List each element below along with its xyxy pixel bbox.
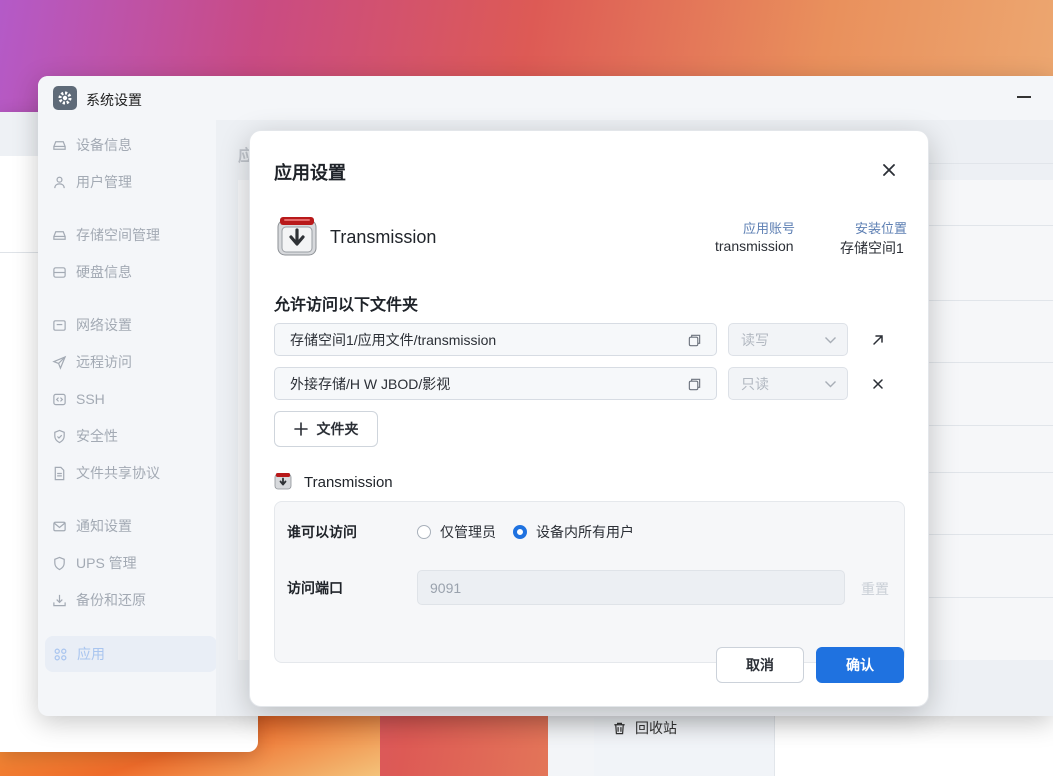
sidebar-item-label: 安全性 [76, 428, 118, 444]
chevron-down-icon [825, 337, 836, 344]
permission-value: 读写 [741, 331, 769, 348]
account-value: transmission [715, 238, 794, 254]
apps-icon [54, 648, 67, 660]
close-icon[interactable] [880, 161, 898, 179]
sidebar-item-label: SSH [76, 391, 105, 407]
radio-label: 仅管理员 [440, 524, 496, 540]
cancel-button[interactable]: 取消 [716, 647, 804, 683]
sidebar-item-label: 通知设置 [76, 518, 132, 534]
shield-icon [54, 556, 65, 570]
radio-indicator-selected [513, 525, 527, 539]
remove-folder-icon[interactable] [870, 376, 886, 392]
permission-select[interactable]: 只读 [728, 367, 848, 400]
radio-label: 设备内所有用户 [536, 524, 634, 540]
sidebar-item-device-info[interactable]: 设备信息 [52, 134, 132, 156]
app-access-settings-panel: 谁可以访问 仅管理员 设备内所有用户 访问端口 9091 重置 [274, 501, 905, 663]
plus-icon [293, 422, 308, 436]
trash-icon [614, 722, 625, 734]
sidebar-item-remote-access[interactable]: 远程访问 [52, 351, 132, 373]
app-name: Transmission [330, 227, 437, 247]
add-folder-label: 文件夹 [316, 421, 359, 437]
shield-check-icon [54, 429, 65, 443]
sidebar-item-label: 备份和还原 [76, 592, 146, 608]
sidebar-item-ssh[interactable]: SSH [52, 388, 105, 410]
sidebar-item-backup[interactable]: 备份和还原 [52, 589, 146, 611]
device-icon [53, 140, 66, 150]
sidebar-item-security[interactable]: 安全性 [52, 425, 118, 447]
storage-icon [53, 230, 66, 240]
settings-app-icon [53, 86, 77, 110]
sidebar-item-label: UPS 管理 [76, 555, 137, 571]
sidebar-item-label: 网络设置 [76, 317, 132, 333]
sidebar-item-label: 硬盘信息 [76, 264, 132, 280]
sidebar-item-user-management[interactable]: 用户管理 [52, 171, 132, 193]
window-title: 系统设置 [86, 92, 142, 108]
sidebar-item-notifications[interactable]: 通知设置 [52, 515, 132, 537]
network-icon [53, 319, 66, 331]
location-label: 安装位置 [855, 221, 908, 236]
port-label: 访问端口 [287, 580, 343, 596]
sidebar-item-label: 存储空间管理 [76, 227, 160, 243]
recycle-bin-label: 回收站 [635, 720, 677, 736]
folders-section-title: 允许访问以下文件夹 [274, 297, 419, 314]
chevron-down-icon [825, 381, 836, 388]
app-settings-dialog: 应用设置 Transmission 应用账号 transmission 安装位置… [249, 130, 929, 707]
sidebar-item-disk-info[interactable]: 硬盘信息 [52, 261, 132, 283]
folder-path-field[interactable]: 外接存储/H W JBOD/影视 [274, 367, 717, 400]
access-label: 谁可以访问 [287, 524, 357, 540]
sidebar-item-label: 设备信息 [76, 137, 132, 153]
backup-icon [53, 594, 66, 606]
radio-all-users[interactable]: 设备内所有用户 [513, 522, 634, 542]
port-value: 9091 [430, 579, 462, 596]
gear-icon [58, 91, 72, 105]
permission-value: 只读 [741, 375, 769, 392]
mail-icon [53, 521, 66, 531]
permission-select[interactable]: 读写 [728, 323, 848, 356]
disk-icon [53, 266, 66, 278]
sidebar-item-label: 应用 [77, 646, 105, 662]
open-external-icon[interactable] [870, 332, 886, 348]
sub-section-title: Transmission [304, 474, 393, 491]
settings-sidebar: 设备信息 用户管理 存储空间管理 硬盘信息 网络设置 远程访问 SSH 安全性 [38, 120, 217, 716]
sidebar-item-label: 用户管理 [76, 174, 132, 190]
sidebar-item-label: 远程访问 [76, 354, 132, 370]
window-titlebar[interactable]: 系统设置 [38, 76, 1053, 120]
sidebar-item-apps[interactable]: 应用 [45, 636, 217, 672]
account-label: 应用账号 [743, 221, 796, 236]
copy-icon[interactable] [687, 333, 702, 348]
minimize-button[interactable] [1017, 96, 1031, 98]
user-icon [54, 176, 65, 188]
sidebar-item-ups[interactable]: UPS 管理 [52, 552, 137, 574]
dialog-title: 应用设置 [274, 163, 346, 183]
folder-path-text: 外接存储/H W JBOD/影视 [290, 375, 451, 392]
sidebar-item-label: 文件共享协议 [76, 465, 160, 481]
confirm-button[interactable]: 确认 [816, 647, 904, 683]
recycle-bin-item[interactable]: 回收站 [612, 718, 677, 738]
sidebar-item-network[interactable]: 网络设置 [52, 314, 132, 336]
copy-icon[interactable] [687, 377, 702, 392]
radio-indicator [417, 525, 431, 539]
document-icon [54, 466, 65, 480]
code-icon [53, 393, 66, 405]
reset-button[interactable]: 重置 [861, 579, 889, 599]
location-value: 存储空间1 [840, 240, 904, 256]
sidebar-item-storage[interactable]: 存储空间管理 [52, 224, 160, 246]
background-column [548, 712, 594, 776]
background-divider [774, 712, 775, 776]
port-input[interactable]: 9091 [417, 570, 845, 605]
folder-path-text: 存储空间1/应用文件/transmission [290, 331, 497, 348]
sidebar-item-file-sharing[interactable]: 文件共享协议 [52, 462, 160, 484]
folder-path-field[interactable]: 存储空间1/应用文件/transmission [274, 323, 717, 356]
transmission-small-icon [274, 473, 292, 490]
send-icon [52, 355, 67, 370]
add-folder-button[interactable]: 文件夹 [274, 411, 378, 447]
transmission-logo-icon [277, 217, 317, 256]
radio-admin-only[interactable]: 仅管理员 [417, 522, 496, 542]
